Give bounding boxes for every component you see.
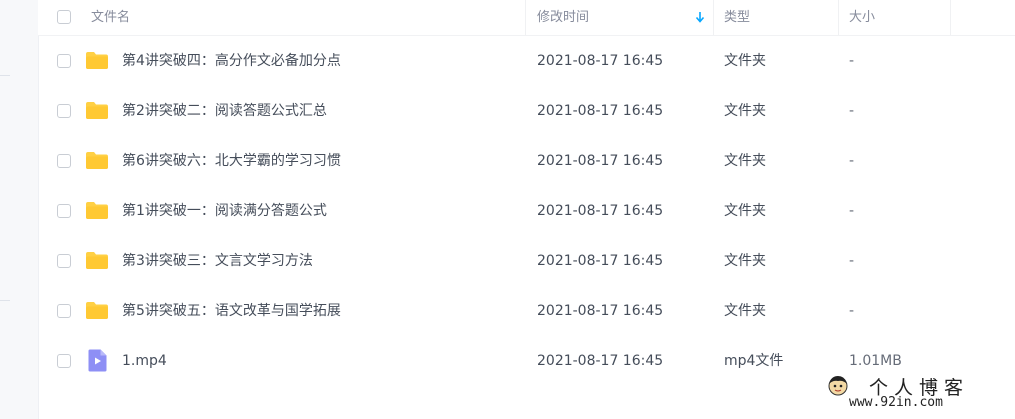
file-modified-time: 2021-08-17 16:45	[537, 203, 664, 219]
file-modified-time: 2021-08-17 16:45	[537, 153, 664, 169]
file-row[interactable]: 第5讲突破五：语文改革与国学拓展 2021-08-17 16:45 文件夹 -	[38, 286, 1015, 336]
column-header-size[interactable]: 大小	[849, 0, 875, 35]
row-checkbox[interactable]	[57, 354, 71, 368]
file-modified-time: 2021-08-17 16:45	[537, 353, 664, 369]
file-size: -	[849, 53, 855, 69]
row-checkbox[interactable]	[57, 204, 71, 218]
video-file-icon	[88, 349, 107, 372]
file-size: -	[849, 153, 855, 169]
file-row[interactable]: 第3讲突破三：文言文学习方法 2021-08-17 16:45 文件夹 -	[38, 236, 1015, 286]
file-name[interactable]: 第5讲突破五：语文改革与国学拓展	[122, 286, 341, 336]
column-divider[interactable]	[838, 0, 839, 35]
file-row[interactable]: 第2讲突破二：阅读答题公式汇总 2021-08-17 16:45 文件夹 -	[38, 86, 1015, 136]
row-checkbox[interactable]	[57, 154, 71, 168]
file-modified-time: 2021-08-17 16:45	[537, 253, 664, 269]
file-type: mp4文件	[724, 353, 784, 369]
column-divider[interactable]	[713, 0, 714, 35]
file-name[interactable]: 第4讲突破四：高分作文必备加分点	[122, 36, 341, 86]
select-all-checkbox[interactable]	[57, 10, 71, 24]
file-name[interactable]: 第1讲突破一：阅读满分答题公式	[122, 186, 327, 236]
folder-icon	[86, 202, 108, 219]
left-sidebar-edge	[0, 0, 39, 419]
file-size: -	[849, 103, 855, 119]
file-row[interactable]: 第4讲突破四：高分作文必备加分点 2021-08-17 16:45 文件夹 -	[38, 36, 1015, 86]
column-divider[interactable]	[525, 0, 526, 35]
file-row[interactable]: 第6讲突破六：北大学霸的学习习惯 2021-08-17 16:45 文件夹 -	[38, 136, 1015, 186]
column-divider[interactable]	[950, 0, 951, 35]
file-browser: 文件名 修改时间 类型 大小 第4讲突破四：高分作文必备加分点 2021-08-…	[0, 0, 1015, 419]
file-size: -	[849, 303, 855, 319]
row-checkbox[interactable]	[57, 304, 71, 318]
arrow-down-icon[interactable]	[695, 10, 705, 24]
row-checkbox[interactable]	[57, 54, 71, 68]
file-size: -	[849, 203, 855, 219]
file-type: 文件夹	[724, 253, 766, 269]
file-type: 文件夹	[724, 153, 766, 169]
folder-icon	[86, 252, 108, 269]
file-row[interactable]: 第1讲突破一：阅读满分答题公式 2021-08-17 16:45 文件夹 -	[38, 186, 1015, 236]
file-list-header: 文件名 修改时间 类型 大小	[38, 0, 1015, 36]
file-name[interactable]: 第6讲突破六：北大学霸的学习习惯	[122, 136, 341, 186]
row-checkbox[interactable]	[57, 104, 71, 118]
file-name[interactable]: 第2讲突破二：阅读答题公式汇总	[122, 86, 327, 136]
watermark-url: www.92in.com	[849, 395, 943, 410]
file-type: 文件夹	[724, 53, 766, 69]
folder-icon	[86, 102, 108, 119]
file-name[interactable]: 1.mp4	[122, 336, 167, 386]
file-type: 文件夹	[724, 103, 766, 119]
row-checkbox[interactable]	[57, 254, 71, 268]
file-modified-time: 2021-08-17 16:45	[537, 103, 664, 119]
file-modified-time: 2021-08-17 16:45	[537, 303, 664, 319]
file-size: -	[849, 253, 855, 269]
file-modified-time: 2021-08-17 16:45	[537, 53, 664, 69]
column-header-type[interactable]: 类型	[724, 0, 750, 35]
file-type: 文件夹	[724, 303, 766, 319]
folder-icon	[86, 152, 108, 169]
folder-icon	[86, 302, 108, 319]
file-type: 文件夹	[724, 203, 766, 219]
folder-icon	[86, 52, 108, 69]
cartoon-avatar-icon	[828, 376, 848, 396]
column-header-name[interactable]: 文件名	[91, 0, 130, 35]
column-header-modified[interactable]: 修改时间	[537, 0, 589, 35]
sidebar-divider	[0, 75, 10, 76]
file-name[interactable]: 第3讲突破三：文言文学习方法	[122, 236, 313, 286]
watermark: 个人博客 www.92in.com	[823, 373, 1003, 413]
sidebar-divider	[0, 300, 10, 301]
